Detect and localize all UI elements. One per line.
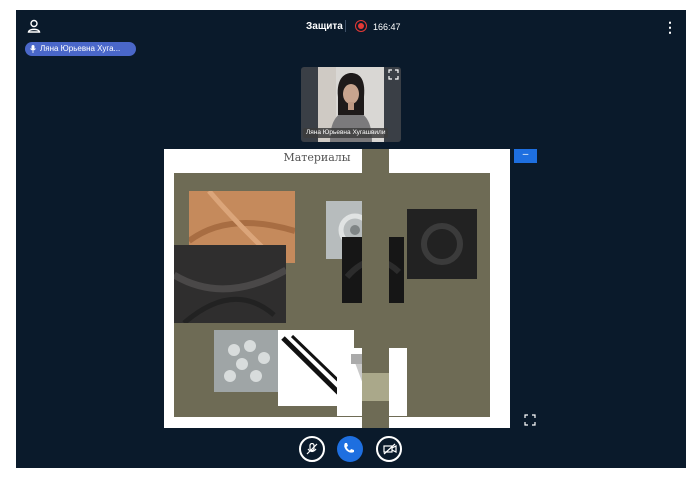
session-title: Защита [306, 21, 343, 32]
microphone-icon [30, 45, 36, 53]
mute-microphone-button[interactable] [299, 436, 325, 462]
presentation-slide: Материалы [164, 149, 510, 428]
mic-off-icon [306, 443, 318, 455]
record-icon [355, 20, 367, 32]
expand-icon[interactable] [524, 414, 536, 426]
more-vertical-icon[interactable]: ⋮ [663, 20, 677, 36]
conference-window: Защита 166:47 ⋮ Ляна Юрьевна Хуга... Лян… [16, 10, 686, 468]
active-speaker-name: Ляна Юрьевна Хуга... [40, 44, 121, 53]
fabric-photo-dark-gray [174, 245, 286, 323]
call-button[interactable] [337, 436, 363, 462]
slide-content [174, 173, 490, 417]
top-bar: Защита 166:47 ⋮ [16, 10, 686, 46]
phone-icon [344, 443, 354, 453]
minimize-icon[interactable]: – [514, 149, 537, 163]
participant-video-tile[interactable]: Ляна Юрьевна Хугашвили [301, 67, 401, 142]
camera-off-button[interactable] [376, 436, 402, 462]
slide-title: Материалы [283, 151, 351, 164]
camera-off-icon [383, 443, 397, 455]
active-speaker-badge: Ляна Юрьевна Хуга... [25, 42, 136, 56]
divider [345, 20, 346, 32]
user-icon[interactable] [26, 18, 42, 34]
expand-icon[interactable] [388, 69, 399, 80]
buttons-photo [214, 330, 278, 392]
slide-side-block [362, 373, 389, 401]
recording-timer: 166:47 [373, 22, 401, 32]
fabric-photo-charcoal [407, 209, 477, 279]
participant-name: Ляна Юрьевна Хугашвили [303, 128, 389, 138]
